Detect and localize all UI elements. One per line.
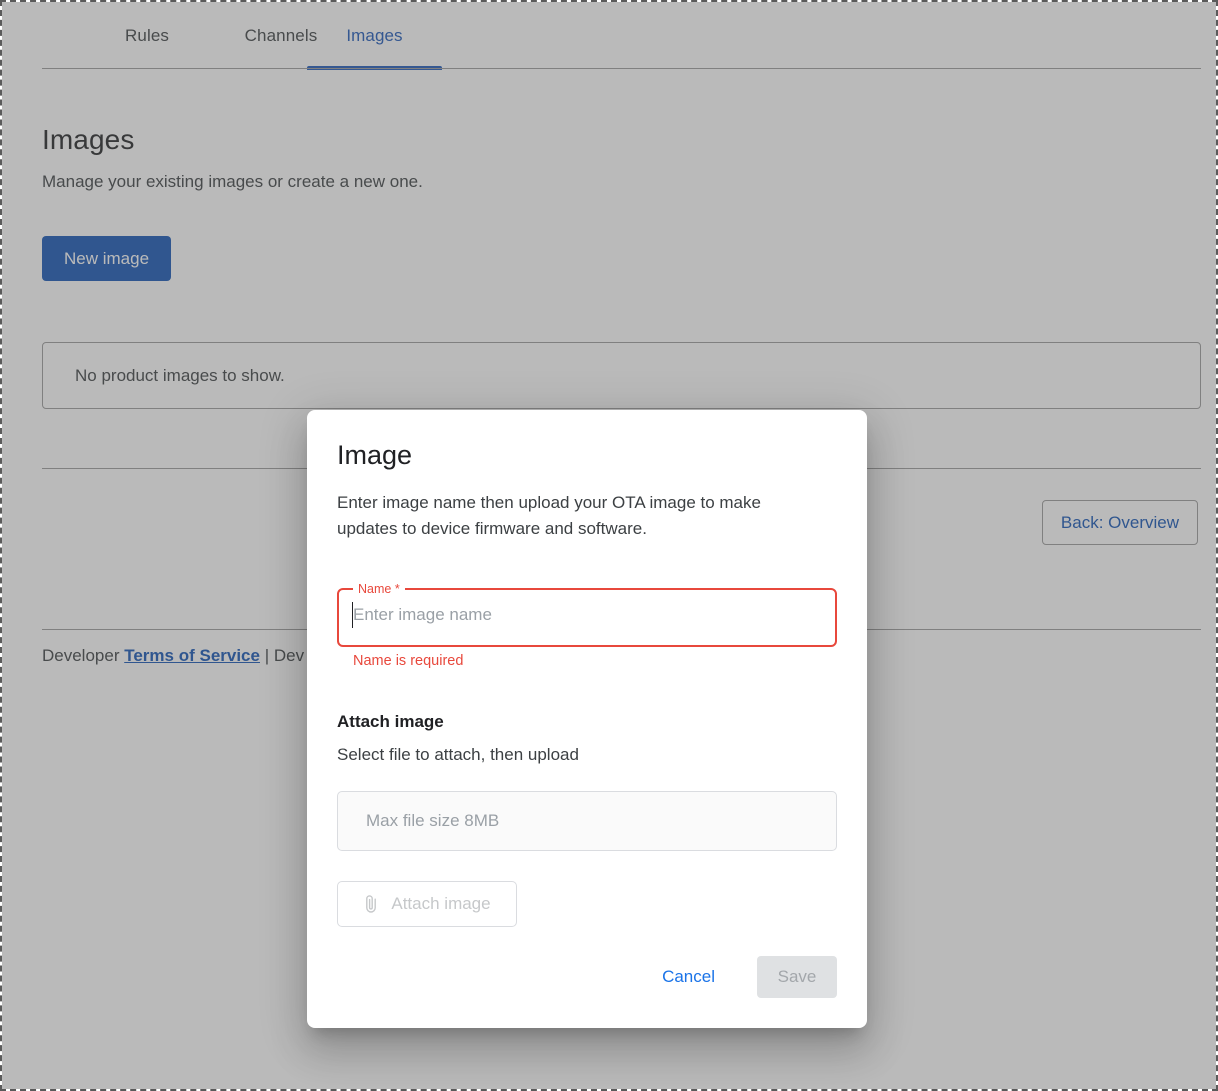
- dialog-title: Image: [337, 440, 413, 470]
- dialog-description: Enter image name then upload your OTA im…: [337, 493, 761, 538]
- cancel-button-label: Cancel: [662, 967, 715, 986]
- attach-image-button-label: Attach image: [391, 894, 491, 913]
- image-dialog: Image Enter image name then upload your …: [307, 410, 867, 1028]
- text-caret: [352, 602, 353, 628]
- attach-image-button[interactable]: Attach image: [337, 881, 517, 927]
- browser-viewport: Rules Channels Images Images Manage your…: [0, 0, 1218, 1091]
- name-input[interactable]: [337, 583, 837, 647]
- attach-section-subheading: Select file to attach, then upload: [337, 745, 579, 764]
- save-button[interactable]: Save: [757, 956, 837, 998]
- name-field-error: Name is required: [353, 653, 464, 669]
- paperclip-icon: [363, 894, 379, 914]
- cancel-button[interactable]: Cancel: [650, 956, 727, 998]
- file-dropzone-placeholder: Max file size 8MB: [366, 811, 500, 830]
- save-button-label: Save: [777, 967, 817, 986]
- file-dropzone[interactable]: Max file size 8MB: [337, 791, 837, 851]
- attach-section-heading: Attach image: [337, 712, 444, 731]
- name-field-wrapper: Name *: [337, 583, 837, 647]
